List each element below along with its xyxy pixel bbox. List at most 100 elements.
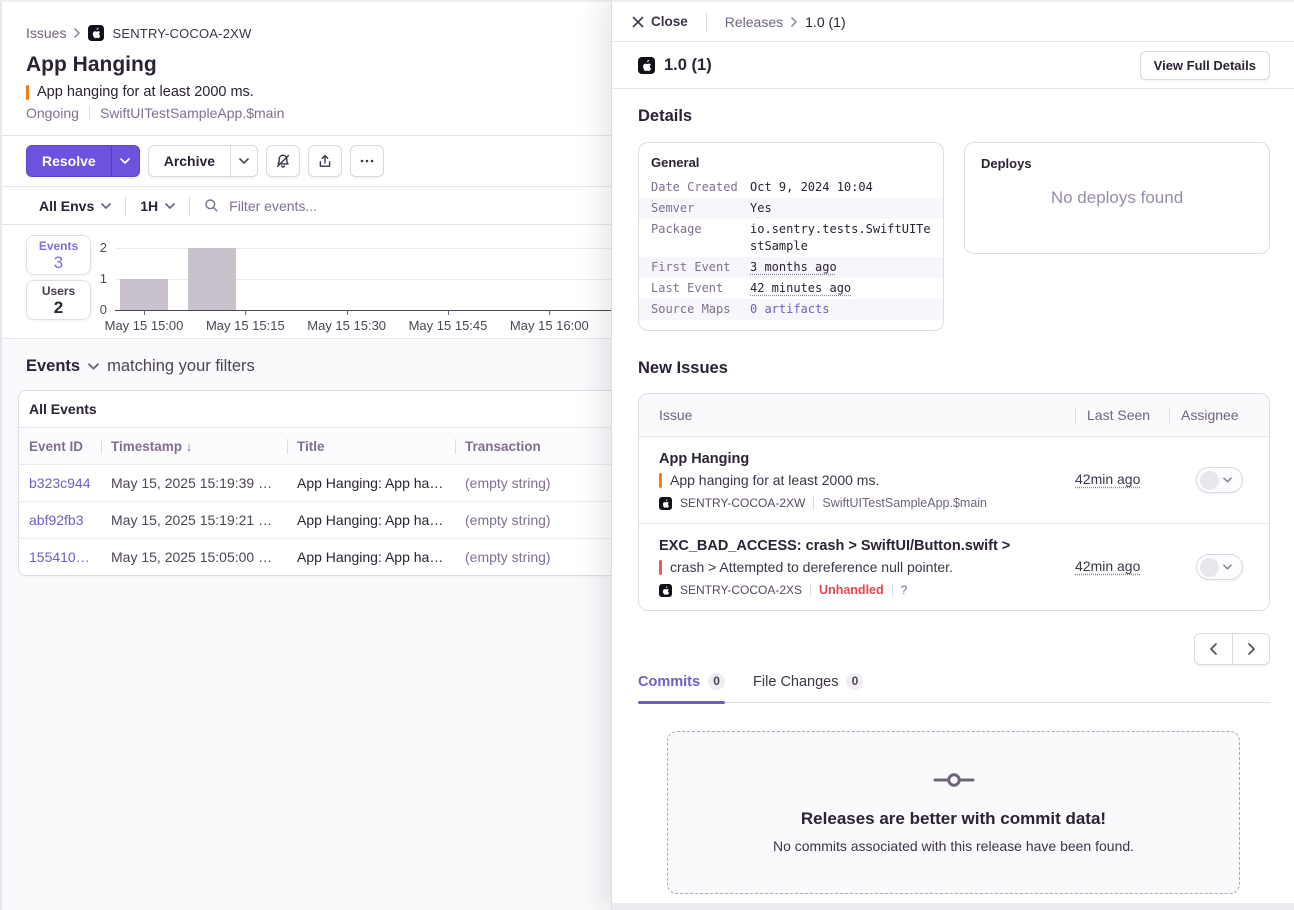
issue-last-seen[interactable]: 42min ago — [1075, 471, 1140, 487]
drawer-header-divider — [706, 12, 707, 32]
event-title: App Hanging: App hanging for at least 20… — [287, 512, 455, 528]
archive-dropdown-button[interactable] — [230, 145, 258, 177]
apple-platform-icon — [638, 57, 655, 74]
column-timestamp[interactable]: Timestamp ↓ — [101, 439, 287, 454]
issue-row-title[interactable]: App Hanging — [659, 450, 1075, 469]
chart-bar — [188, 248, 236, 310]
upload-icon — [317, 153, 333, 169]
column-issue: Issue — [639, 407, 1075, 423]
assignee-avatar — [1200, 471, 1219, 490]
resolve-button[interactable]: Resolve — [26, 145, 112, 177]
more-actions-button[interactable] — [350, 145, 384, 177]
general-card: General Date Created Oct 9, 2024 10:04 S… — [638, 142, 944, 331]
release-details-drawer: Close Releases 1.0 (1) 1.0 (1) View Full… — [611, 0, 1294, 910]
archive-button[interactable]: Archive — [148, 145, 231, 177]
details-heading: Details — [638, 107, 1270, 126]
help-icon[interactable]: ? — [901, 583, 908, 597]
close-icon — [632, 16, 644, 28]
meta-divider — [810, 583, 811, 597]
event-id-link[interactable]: 15541018 — [19, 549, 101, 565]
release-title-row: 1.0 (1) View Full Details — [612, 42, 1294, 89]
time-range-filter[interactable]: 1H — [140, 198, 175, 214]
issue-row-short-id: SENTRY-COCOA-2XW — [680, 496, 805, 510]
column-last-seen: Last Seen — [1075, 407, 1169, 423]
issue-row-message: crash > Attempted to dereference null po… — [670, 558, 953, 576]
chevron-down-icon — [165, 203, 175, 209]
issue-row-app-hanging[interactable]: App Hanging App hanging for at least 200… — [639, 436, 1269, 523]
chevron-down-icon — [1223, 564, 1232, 570]
users-stat-value: 2 — [27, 298, 90, 317]
last-event-value[interactable]: 42 minutes ago — [750, 280, 931, 297]
issue-row-exc-bad-access[interactable]: EXC_BAD_ACCESS: crash > SwiftUI/Button.s… — [639, 523, 1269, 610]
events-heading-dropdown[interactable]: Events — [26, 357, 80, 376]
deploys-empty-message: No deploys found — [965, 143, 1269, 253]
git-commit-icon — [933, 771, 975, 789]
kv-row: Source Maps 0 artifacts — [639, 299, 943, 320]
sort-desc-icon: ↓ — [186, 439, 193, 454]
semver-value: Yes — [750, 200, 931, 217]
general-card-title: General — [639, 155, 943, 177]
ellipsis-icon — [359, 153, 375, 169]
releases-breadcrumb-link[interactable]: Releases — [725, 14, 783, 30]
new-issues-table: Issue Last Seen Assignee App Hanging App… — [638, 393, 1270, 611]
resolve-dropdown-button[interactable] — [112, 145, 140, 177]
chevron-right-icon — [1248, 643, 1255, 655]
event-id-link[interactable]: b323c944 — [19, 475, 101, 491]
filter-divider — [189, 196, 190, 216]
chevron-down-icon[interactable] — [88, 363, 99, 370]
event-id-link[interactable]: abf92fb3 — [19, 512, 101, 528]
meta-divider — [813, 496, 814, 510]
event-timestamp: May 15, 2025 15:19:39 EDT — [101, 475, 287, 491]
horizontal-scrollbar — [612, 903, 1294, 910]
commits-empty-body: No commits associated with this release … — [773, 838, 1134, 854]
users-stat-label: Users — [27, 284, 90, 298]
kv-row: Package io.sentry.tests.SwiftUITestSampl… — [639, 219, 943, 257]
chevron-down-icon — [239, 158, 249, 164]
events-stat-label: Events — [27, 239, 90, 253]
meta-divider — [892, 583, 893, 597]
release-version-title: 1.0 (1) — [664, 56, 1131, 75]
issue-row-short-id: SENTRY-COCOA-2XS — [680, 583, 802, 597]
mute-button[interactable] — [266, 145, 300, 177]
drawer-close-button[interactable]: Close — [632, 14, 688, 29]
environment-filter[interactable]: All Envs — [39, 198, 111, 214]
file-changes-count-badge: 0 — [846, 673, 863, 690]
apple-platform-icon — [88, 25, 104, 41]
issue-last-seen[interactable]: 42min ago — [1075, 558, 1140, 574]
tab-file-changes[interactable]: File Changes 0 — [753, 673, 863, 702]
issue-row-culprit: SwiftUITestSampleApp.$main — [822, 496, 987, 510]
events-stat-toggle[interactable]: Events 3 — [26, 235, 91, 275]
unhandled-tag: Unhandled — [819, 583, 884, 597]
next-page-button[interactable] — [1232, 634, 1269, 664]
view-full-details-button[interactable]: View Full Details — [1140, 51, 1270, 80]
assignee-avatar — [1200, 558, 1219, 577]
column-assignee: Assignee — [1169, 407, 1269, 423]
deploys-card: Deploys No deploys found — [964, 142, 1270, 254]
x-axis-label: May 15 16:00 — [489, 318, 609, 333]
issue-substatus: Ongoing — [26, 105, 79, 121]
assignee-selector[interactable] — [1196, 554, 1243, 580]
first-event-value[interactable]: 3 months ago — [750, 259, 931, 276]
issue-level-indicator — [659, 560, 662, 575]
assignee-selector[interactable] — [1196, 467, 1243, 493]
previous-page-button[interactable] — [1195, 634, 1232, 664]
issue-row-title[interactable]: EXC_BAD_ACCESS: crash > SwiftUI/Button.s… — [659, 537, 1075, 556]
breadcrumb-issues-link[interactable]: Issues — [26, 25, 66, 41]
events-stat-value: 3 — [27, 253, 90, 272]
event-timestamp: May 15, 2025 15:19:21 EDT — [101, 512, 287, 528]
source-maps-link[interactable]: 0 artifacts — [750, 301, 931, 318]
kv-row: First Event 3 months ago — [639, 257, 943, 278]
issue-message: App hanging for at least 2000 ms. — [37, 84, 254, 100]
share-button[interactable] — [308, 145, 342, 177]
chevron-left-icon — [1210, 643, 1217, 655]
event-timestamp: May 15, 2025 15:05:00 EDT — [101, 549, 287, 565]
tab-commits[interactable]: Commits 0 — [638, 673, 725, 702]
chevron-right-icon — [791, 17, 797, 27]
apple-platform-icon — [659, 584, 672, 597]
column-event-id: Event ID — [19, 439, 101, 454]
drawer-breadcrumb: Releases 1.0 (1) — [725, 14, 846, 30]
issues-pagination — [638, 633, 1270, 665]
users-stat-toggle[interactable]: Users 2 — [26, 280, 91, 320]
commits-empty-state: Releases are better with commit data! No… — [667, 731, 1240, 894]
package-value: io.sentry.tests.SwiftUITestSample — [750, 221, 931, 255]
